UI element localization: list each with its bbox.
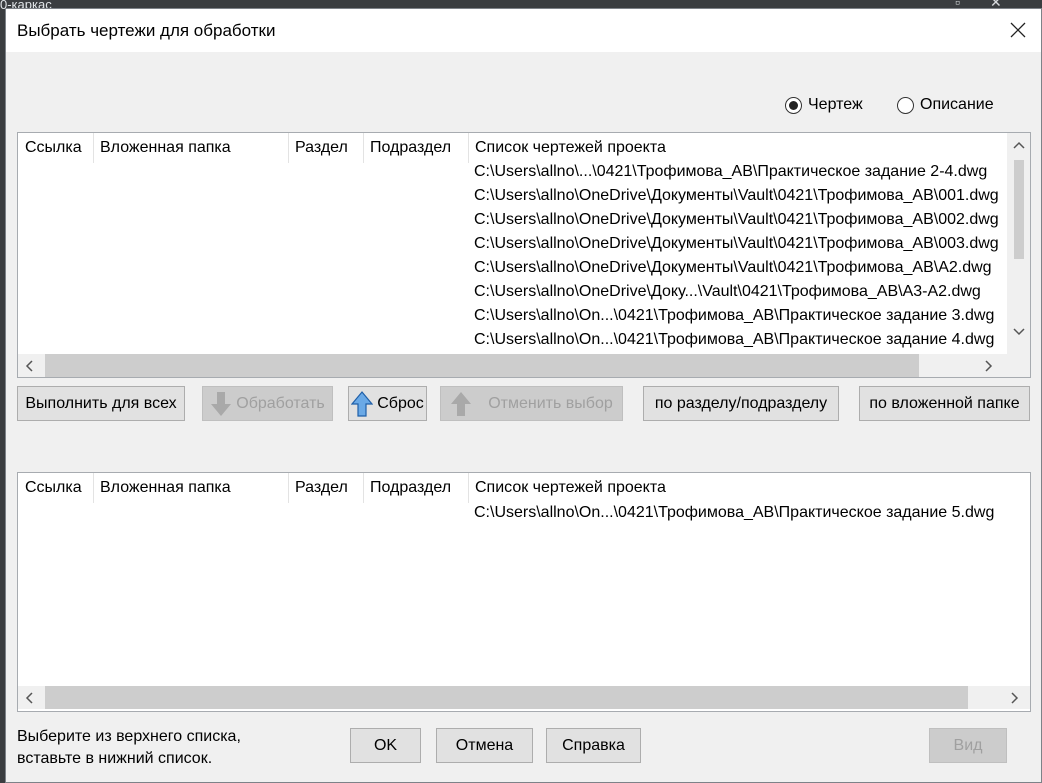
close-button[interactable] [1001, 13, 1035, 47]
view-button[interactable]: Вид [929, 728, 1007, 763]
reset-label: Сброс [377, 394, 424, 412]
cancel-button[interactable]: Отмена [436, 728, 533, 763]
list-item[interactable]: C:\Users\allno\On...\0421\Трофимова_АВ\П… [474, 331, 994, 349]
by-subfolder-label: по вложенной папке [869, 394, 1020, 412]
scroll-down-arrow-icon[interactable] [1013, 324, 1025, 340]
scroll-left-arrow-icon[interactable] [24, 359, 34, 375]
radio-description[interactable]: Описание [897, 96, 994, 114]
scroll-up-arrow-icon[interactable] [1013, 137, 1025, 153]
scroll-right-arrow-icon[interactable] [1010, 691, 1020, 707]
column-header-subsection[interactable]: Подраздел [370, 479, 451, 499]
by-section-label: по разделу/подразделу [654, 394, 828, 412]
process-button[interactable]: Обработать [202, 386, 333, 421]
radio-description-indicator [897, 96, 914, 114]
down-arrow-icon [210, 391, 232, 417]
help-label: Справка [562, 736, 625, 754]
horizontal-scrollbar[interactable] [18, 354, 1030, 377]
column-header-subfolder[interactable]: Вложенная папка [100, 479, 231, 499]
dialog-title: Выбрать чертежи для обработки [17, 21, 276, 40]
column-header-subsection[interactable]: Подраздел [370, 139, 451, 159]
column-header-drawing-list[interactable]: Список чертежей проекта [475, 479, 666, 499]
horizontal-scrollbar[interactable] [18, 686, 1030, 709]
scroll-left-arrow-icon[interactable] [24, 691, 34, 707]
column-header-drawing-list[interactable]: Список чертежей проекта [475, 139, 666, 159]
cancel-selection-label: Отменить выбор [488, 394, 613, 412]
column-header-link[interactable]: Ссылка [25, 139, 82, 159]
list-item[interactable]: C:\Users\allno\On...\0421\Трофимова_АВ\П… [474, 307, 994, 325]
list-item[interactable]: C:\Users\allno\OneDrive\Доку...\Vault\04… [474, 283, 981, 301]
cancel-selection-button[interactable]: Отменить выбор [440, 386, 623, 421]
column-header-section[interactable]: Раздел [295, 479, 348, 499]
horizontal-scroll-thumb[interactable] [45, 354, 919, 377]
view-label: Вид [953, 736, 983, 754]
radio-description-label: Описание [920, 96, 994, 113]
up-arrow-icon [351, 390, 374, 417]
list-item[interactable]: C:\Users\allno\On...\0421\Трофимова_АВ\П… [474, 504, 994, 522]
column-divider[interactable] [363, 133, 364, 163]
ok-button[interactable]: OK [350, 728, 421, 763]
scroll-right-arrow-icon[interactable] [984, 359, 994, 375]
list-item[interactable]: C:\Users\allno\OneDrive\Документы\Vault\… [474, 259, 992, 277]
column-divider[interactable] [468, 133, 469, 163]
horizontal-scroll-thumb[interactable] [45, 686, 968, 709]
vertical-scrollbar[interactable] [1007, 133, 1030, 354]
list-item[interactable]: C:\Users\allno\OneDrive\Документы\Vault\… [474, 187, 999, 205]
help-button[interactable]: Справка [546, 728, 641, 763]
ok-label: OK [373, 736, 398, 754]
instruction-line: вставьте в нижний список. [17, 750, 213, 767]
column-header-link[interactable]: Ссылка [25, 479, 82, 499]
by-section-button[interactable]: по разделу/подразделу [643, 386, 839, 421]
instruction-line: Выберите из верхнего списка, [17, 728, 241, 745]
column-divider[interactable] [288, 473, 289, 503]
run-for-all-button[interactable]: Выполнить для всех [17, 386, 185, 421]
close-icon [1010, 22, 1026, 38]
column-header-section[interactable]: Раздел [295, 139, 348, 159]
run-for-all-label: Выполнить для всех [25, 394, 177, 412]
radio-drawing[interactable]: Чертеж [785, 96, 863, 114]
list-item[interactable]: C:\Users\allno\OneDrive\Документы\Vault\… [474, 211, 999, 229]
by-subfolder-button[interactable]: по вложенной папке [859, 386, 1030, 421]
title-bar: Выбрать чертежи для обработки [6, 9, 1041, 52]
vertical-scroll-thumb[interactable] [1014, 160, 1024, 259]
radio-drawing-label: Чертеж [808, 96, 863, 113]
process-label: Обработать [236, 394, 325, 412]
column-divider[interactable] [468, 473, 469, 503]
source-drawings-list[interactable]: Ссылка Вложенная папка Раздел Подраздел … [17, 132, 1031, 378]
select-drawings-dialog: Выбрать чертежи для обработки Чертеж Опи… [5, 8, 1042, 783]
instruction-text: Выберите из верхнего списка, вставьте в … [17, 726, 241, 770]
column-divider[interactable] [93, 473, 94, 503]
column-divider[interactable] [288, 133, 289, 163]
list-item[interactable]: C:\Users\allno\OneDrive\Документы\Vault\… [474, 235, 999, 253]
list-item[interactable]: C:\Users\allno\...\0421\Трофимова_АВ\Пра… [474, 163, 987, 181]
column-header-subfolder[interactable]: Вложенная папка [100, 139, 231, 159]
cancel-label: Отмена [455, 736, 514, 754]
up-arrow-icon [450, 391, 472, 417]
column-divider[interactable] [93, 133, 94, 163]
radio-drawing-indicator [785, 96, 802, 114]
selected-drawings-list[interactable]: Ссылка Вложенная папка Раздел Подраздел … [17, 472, 1031, 712]
column-divider[interactable] [363, 473, 364, 503]
reset-button[interactable]: Сброс [348, 386, 427, 421]
